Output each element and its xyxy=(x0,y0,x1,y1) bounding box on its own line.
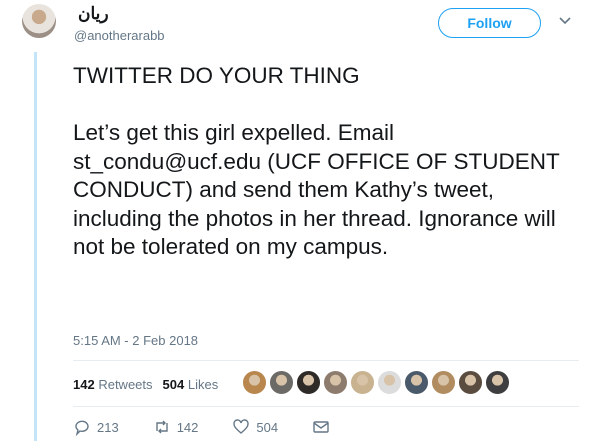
reply-count: 213 xyxy=(97,419,119,435)
direct-message-button[interactable] xyxy=(312,418,330,436)
likes-count: 504 xyxy=(162,377,185,392)
like-count: 504 xyxy=(256,419,279,435)
liker-avatar[interactable] xyxy=(350,370,375,395)
display-name[interactable]: ريان xyxy=(78,4,109,24)
divider xyxy=(73,406,579,407)
tweet-stats: 142 Retweets 504 Likes xyxy=(73,377,218,392)
liker-avatar[interactable] xyxy=(404,370,429,395)
follow-button[interactable]: Follow xyxy=(438,8,541,38)
heart-icon xyxy=(233,419,250,434)
liker-avatar[interactable] xyxy=(458,370,483,395)
envelope-icon xyxy=(313,421,329,433)
thread-line xyxy=(34,52,37,441)
liker-avatars xyxy=(242,370,510,395)
likes-label: Likes xyxy=(187,377,219,392)
liker-avatar[interactable] xyxy=(296,370,321,395)
reply-icon xyxy=(75,420,89,436)
tweet-actions: 213 142 504 xyxy=(73,418,364,436)
retweets-stat[interactable]: 142 Retweets xyxy=(73,377,153,392)
liker-avatar[interactable] xyxy=(377,370,402,395)
avatar[interactable] xyxy=(22,4,56,38)
liker-avatar[interactable] xyxy=(269,370,294,395)
divider xyxy=(73,360,579,361)
retweet-button[interactable]: 142 xyxy=(153,418,199,436)
liker-avatar[interactable] xyxy=(323,370,348,395)
liker-avatar[interactable] xyxy=(242,370,267,395)
user-handle[interactable]: @anotherarabb xyxy=(74,28,165,43)
liker-avatar[interactable] xyxy=(431,370,456,395)
liker-avatar[interactable] xyxy=(485,370,510,395)
likes-stat[interactable]: 504 Likes xyxy=(163,377,219,392)
retweet-count: 142 xyxy=(176,419,199,435)
reply-button[interactable]: 213 xyxy=(73,418,119,436)
chevron-down-icon[interactable] xyxy=(558,13,572,27)
retweets-count: 142 xyxy=(73,377,95,392)
tweet-timestamp[interactable]: 5:15 AM - 2 Feb 2018 xyxy=(73,333,198,348)
retweets-label: Retweets xyxy=(98,377,153,392)
retweet-icon xyxy=(156,420,168,434)
tweet-text: TWITTER DO YOUR THING Let’s get this gir… xyxy=(73,63,560,259)
like-button[interactable]: 504 xyxy=(232,418,278,436)
